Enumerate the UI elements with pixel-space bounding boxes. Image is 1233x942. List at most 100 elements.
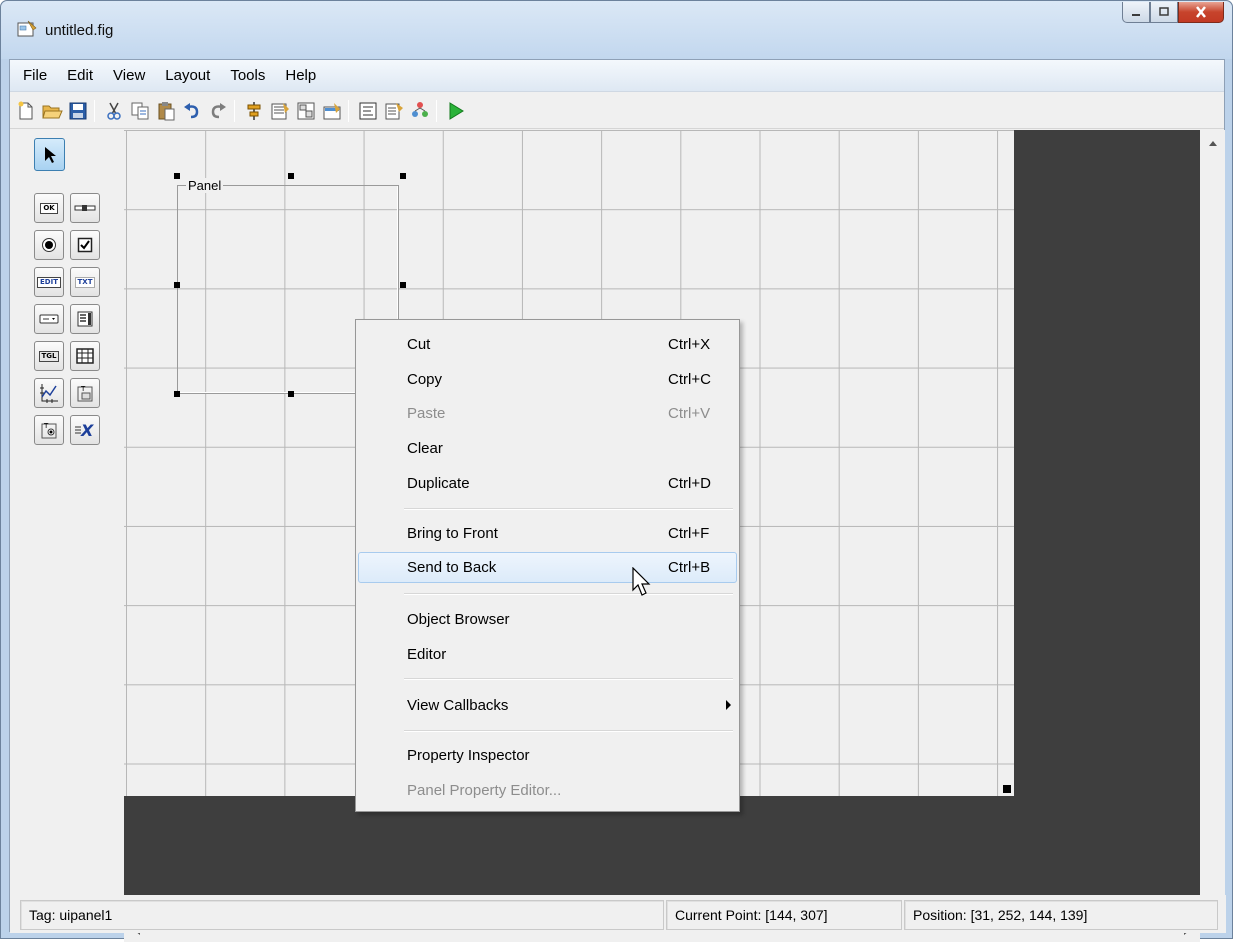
selection-handle[interactable] (174, 173, 180, 179)
menu-item-send-to-back[interactable]: Send to Back Ctrl+B (358, 552, 737, 583)
context-menu: Cut Ctrl+X Copy Ctrl+C Paste Ctrl+V Clear D… (355, 319, 740, 812)
menu-edit[interactable]: Edit (57, 64, 103, 88)
scroll-up-icon[interactable] (1209, 140, 1217, 146)
menu-item-label: Object Browser (407, 611, 510, 628)
table-tool[interactable] (70, 341, 100, 371)
axes-tool[interactable] (34, 378, 64, 408)
panel-tool[interactable]: T (70, 378, 100, 408)
menu-editor-icon (271, 103, 289, 120)
mouse-cursor-icon (632, 567, 651, 596)
property-inspector-button[interactable] (382, 99, 406, 123)
slider-tool[interactable] (70, 193, 100, 223)
menu-item-property-inspector[interactable]: Property Inspector (358, 740, 737, 771)
menu-item-shortcut: Ctrl+F (668, 525, 710, 542)
editor-button[interactable] (356, 99, 380, 123)
minimize-icon (1132, 14, 1140, 16)
menu-item-shortcut: Ctrl+X (668, 336, 711, 353)
undo-button[interactable] (180, 99, 204, 123)
cut-icon (107, 102, 121, 120)
align-objects-icon (247, 102, 261, 120)
menu-item-editor[interactable]: Editor (358, 639, 737, 670)
selection-handle[interactable] (288, 173, 294, 179)
push-button-tool[interactable]: OK (34, 193, 64, 223)
new-figure-icon (18, 101, 33, 120)
menu-item-label: Bring to Front (407, 525, 498, 542)
align-objects-button[interactable] (242, 99, 266, 123)
menu-item-cut[interactable]: Cut Ctrl+X (358, 329, 737, 360)
toggle-button-tool[interactable]: TGL (34, 341, 64, 371)
menu-item-clear[interactable]: Clear (358, 433, 737, 464)
property-inspector-icon (385, 103, 403, 120)
figure-resize-handle[interactable] (1003, 785, 1011, 793)
maximize-icon (1159, 7, 1169, 16)
check-box-icon (77, 237, 93, 253)
menu-editor-button[interactable] (268, 99, 292, 123)
activex-icon: X (75, 421, 94, 439)
select-tool[interactable] (34, 138, 65, 171)
menu-item-label: Property Inspector (407, 747, 530, 764)
menu-separator (404, 593, 733, 595)
menu-tools[interactable]: Tools (220, 64, 275, 88)
activex-control-tool[interactable]: X (70, 415, 100, 445)
edit-text-tool[interactable]: EDIT (34, 267, 64, 297)
open-button[interactable] (40, 99, 64, 123)
object-browser-icon (412, 102, 428, 117)
menu-item-bring-to-front[interactable]: Bring to Front Ctrl+F (358, 518, 737, 549)
menu-item-view-callbacks[interactable]: View Callbacks (358, 690, 737, 721)
minimize-button[interactable] (1122, 2, 1150, 23)
svg-text:T: T (43, 422, 49, 430)
status-bar: Tag: uipanel1 Current Point: [144, 307] … (10, 895, 1226, 933)
pop-up-menu-tool[interactable] (34, 304, 64, 334)
vertical-scrollbar[interactable] (1201, 130, 1225, 920)
list-box-icon (77, 311, 93, 327)
menu-item-label: Cut (407, 336, 431, 353)
copy-button[interactable] (128, 99, 152, 123)
menu-item-label: Editor (407, 646, 447, 663)
menu-separator (404, 508, 733, 510)
redo-button[interactable] (206, 99, 230, 123)
table-icon (76, 348, 94, 364)
menu-help[interactable]: Help (275, 64, 326, 88)
menu-item-object-browser[interactable]: Object Browser (358, 604, 737, 635)
selection-handle[interactable] (174, 282, 180, 288)
list-box-tool[interactable] (70, 304, 100, 334)
undo-icon (184, 103, 199, 119)
maximize-button[interactable] (1150, 2, 1178, 23)
menu-item-copy[interactable]: Copy Ctrl+C (358, 364, 737, 395)
radio-button-icon (42, 238, 56, 252)
menu-item-paste: Paste Ctrl+V (358, 398, 737, 429)
menu-layout[interactable]: Layout (155, 64, 220, 88)
run-figure-button[interactable] (444, 99, 468, 123)
menu-file[interactable]: File (13, 64, 57, 88)
selection-handle[interactable] (174, 391, 180, 397)
push-button-icon: OK (40, 202, 58, 214)
menu-item-label: Copy (407, 371, 443, 388)
toolbar (10, 93, 1224, 129)
toolbar-editor-button[interactable] (320, 99, 344, 123)
selection-handle[interactable] (400, 282, 406, 288)
selection-handle[interactable] (288, 391, 294, 397)
popup-menu-icon (39, 314, 59, 324)
menu-view[interactable]: View (103, 64, 155, 88)
new-figure-button[interactable] (14, 99, 38, 123)
selection-handle[interactable] (400, 173, 406, 179)
check-box-tool[interactable] (70, 230, 100, 260)
object-browser-button[interactable] (408, 99, 432, 123)
run-figure-icon (449, 102, 464, 120)
static-text-icon: TXT (74, 276, 96, 288)
menu-item-duplicate[interactable]: Duplicate Ctrl+D (358, 468, 737, 499)
cut-button[interactable] (102, 99, 126, 123)
button-group-tool[interactable]: T (34, 415, 64, 445)
component-palette: OK EDIT TXT TGL T T X (10, 130, 124, 864)
tab-order-editor-button[interactable] (294, 99, 318, 123)
title-bar[interactable]: untitled.fig (1, 1, 1232, 59)
paste-button[interactable] (154, 99, 178, 123)
save-button[interactable] (66, 99, 90, 123)
radio-button-tool[interactable] (34, 230, 64, 260)
slider-icon (74, 205, 96, 211)
redo-icon (211, 103, 226, 119)
close-button[interactable] (1178, 2, 1224, 23)
menu-separator (404, 730, 733, 732)
status-position: Position: [31, 252, 144, 139] (904, 900, 1218, 930)
static-text-tool[interactable]: TXT (70, 267, 100, 297)
